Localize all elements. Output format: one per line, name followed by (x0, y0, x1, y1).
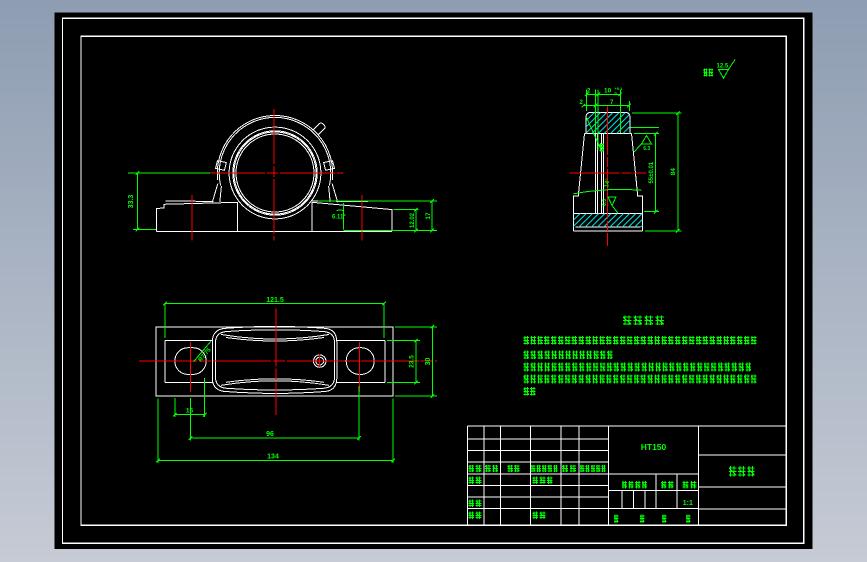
svg-text:6.3: 6.3 (643, 146, 650, 152)
svg-text:10: 10 (604, 88, 612, 95)
svg-text:96: 96 (266, 431, 274, 438)
svg-text:HT150: HT150 (641, 442, 667, 452)
svg-text:12.02: 12.02 (410, 212, 416, 228)
svg-text:23.5: 23.5 (408, 355, 415, 368)
svg-text:33.3: 33.3 (128, 195, 135, 209)
svg-text:6.3: 6.3 (602, 199, 608, 206)
svg-text:12.5: 12.5 (717, 64, 729, 70)
svg-text:121.5: 121.5 (266, 297, 284, 304)
svg-text:1:1: 1:1 (683, 500, 693, 507)
svg-text:84: 84 (670, 168, 677, 176)
svg-text:30: 30 (425, 358, 432, 366)
svg-text:134: 134 (267, 453, 279, 460)
svg-text:17: 17 (425, 212, 432, 220)
svg-text:6.11°: 6.11° (332, 215, 346, 221)
svg-text:16: 16 (186, 408, 194, 415)
svg-text:55±0.01: 55±0.01 (649, 161, 655, 183)
